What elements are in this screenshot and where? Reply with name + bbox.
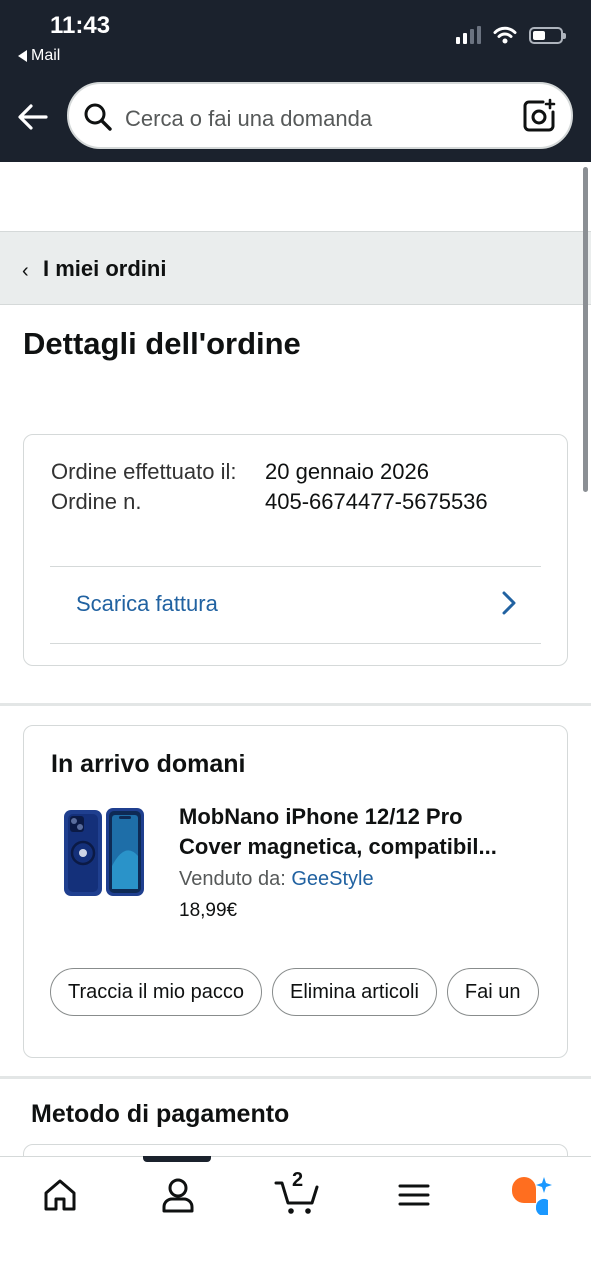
back-triangle-icon <box>18 50 27 62</box>
wifi-icon <box>493 26 517 44</box>
back-arrow-icon[interactable] <box>16 100 50 134</box>
section-divider <box>0 1076 591 1079</box>
cart-count-badge: 2 <box>292 1169 304 1191</box>
product-image[interactable] <box>62 806 146 898</box>
app-header: 11:43 Mail Cerca o fai una domanda <box>0 0 591 162</box>
status-icons <box>456 26 566 44</box>
camera-search-icon[interactable] <box>521 98 557 134</box>
status-time: 11:43 <box>50 12 111 39</box>
menu-icon[interactable] <box>394 1175 434 1215</box>
seller-info: Venduto da: GeeStyle <box>179 868 374 891</box>
section-divider <box>0 703 591 706</box>
order-date-value: 20 gennaio 2026 <box>265 459 429 484</box>
search-input[interactable]: Cerca o fai una domanda <box>67 82 573 149</box>
order-number-label: Ordine n. <box>51 489 142 514</box>
divider <box>50 643 541 644</box>
seller-link[interactable]: GeeStyle <box>291 868 373 890</box>
breadcrumb-my-orders[interactable]: I miei ordini <box>43 256 166 282</box>
action-buttons-row[interactable]: Traccia il mio pacco Elimina articoli Fai … <box>50 968 550 1018</box>
back-app-label: Mail <box>31 47 61 64</box>
seller-label: Venduto da: <box>179 868 286 890</box>
chevron-right-icon[interactable] <box>497 589 521 617</box>
breadcrumb[interactable]: ‹ I miei ordini <box>0 231 591 305</box>
download-invoice-link[interactable]: Scarica fattura <box>76 591 218 617</box>
order-values: 20 gennaio 2026 405-6674477-5675536 <box>265 457 488 517</box>
search-placeholder: Cerca o fai una domanda <box>125 106 373 131</box>
track-package-button[interactable]: Traccia il mio pacco <box>50 968 262 1016</box>
more-action-button[interactable]: Fai un <box>446 968 539 1016</box>
divider <box>50 566 541 567</box>
product-price: 18,99€ <box>179 900 238 921</box>
bottom-tab-bar: 2 <box>0 1156 591 1280</box>
order-info-card: Ordine effettuato il: Ordine n. 20 genna… <box>23 434 568 666</box>
page-title: Dettagli dell'ordine <box>23 326 301 361</box>
product-title-line1: MobNano iPhone 12/12 Pro <box>179 804 463 829</box>
search-icon <box>84 103 112 131</box>
cellular-signal-icon <box>456 26 481 44</box>
order-date-label: Ordine effettuato il: <box>51 459 237 484</box>
remove-items-button[interactable]: Elimina articoli <box>271 968 437 1016</box>
back-to-mail-link[interactable]: Mail <box>18 47 60 65</box>
battery-icon <box>529 26 566 44</box>
product-title-line2: Cover magnetica, compatibil... <box>179 834 497 859</box>
shipment-heading: In arrivo domani <box>51 750 246 778</box>
product-title-link[interactable]: MobNano iPhone 12/12 Pro Cover magnetica… <box>179 802 544 862</box>
payment-heading: Metodo di pagamento <box>31 1100 290 1128</box>
order-labels: Ordine effettuato il: Ordine n. <box>51 457 251 517</box>
account-icon[interactable] <box>158 1175 198 1215</box>
active-tab-indicator <box>143 1156 211 1162</box>
scrollbar[interactable] <box>583 167 588 492</box>
home-icon[interactable] <box>40 1175 80 1215</box>
chevron-left-icon: ‹ <box>22 260 29 282</box>
order-number-value: 405-6674477-5675536 <box>265 489 488 514</box>
shipment-card: In arrivo domani MobNano iPhone 12/12 Pr… <box>23 725 568 1058</box>
rufus-assistant-icon[interactable] <box>508 1173 554 1217</box>
